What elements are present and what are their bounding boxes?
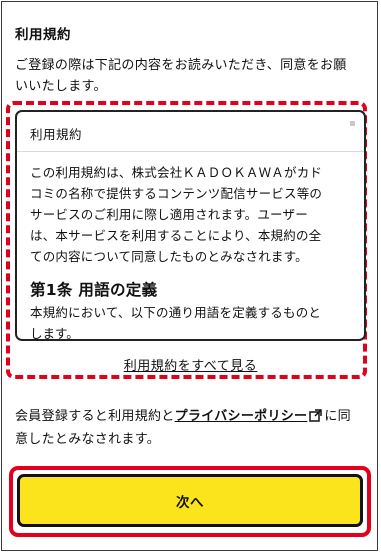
article-text: 本規約において、以下の通り用語を定義するものと [30,305,322,320]
see-all-terms-link[interactable]: 利用規約をすべて見る [124,359,258,374]
consent-text-after: に同 [324,409,351,424]
terms-line: サービスのご利用に際し適用されます。ユーザー [30,207,308,222]
next-button[interactable]: 次へ [17,474,363,527]
intro-text: ご登録の際は下記の内容をお読みいただき、同意をお願 いいたします。 [15,55,367,97]
terms-divider [17,151,364,152]
intro-line-1: ご登録の際は下記の内容をお読みいただき、同意をお願 [15,58,347,73]
terms-line: コミの名称で提供するコンテンツ配信サービス等の [30,186,323,201]
terms-body: この利用規約は、株式会社ＫＡＤＯＫＡＷＡがカド コミの名称で提供するコンテンツ配… [30,162,355,267]
consent-text: 会員登録すると利用規約とプライバシーポリシー に同 意したとみなされます。 [15,406,370,450]
terms-scroll-box[interactable]: 利用規約 この利用規約は、株式会社ＫＡＤＯＫＡＷＡがカド コミの名称で提供するコ… [15,110,366,341]
article-text-cut: します。 [30,326,79,341]
external-link-icon[interactable] [309,408,323,429]
article-heading: 第1条 用語の定義 [30,281,158,299]
section-title: 利用規約 [15,27,71,43]
terms-line: ての内容について同意したものとみなされます。 [30,249,308,264]
scrollbar-thumb[interactable] [350,121,355,126]
consent-line-2: 意したとみなされます。 [15,432,161,447]
terms-line: この利用規約は、株式会社ＫＡＤＯＫＡＷＡがカド [30,165,323,180]
terms-box-title: 利用規約 [30,127,83,142]
consent-line-1: 会員登録すると利用規約とプライバシーポリシー に同 [15,406,370,429]
terms-line: は、本サービスを利用することにより、本規約の全 [30,228,322,243]
privacy-policy-link[interactable]: プライバシーポリシー [175,409,308,424]
intro-line-2: いいたします。 [15,79,107,94]
consent-text-before: 会員登録すると利用規約と [15,409,175,424]
see-all-terms-container: 利用規約をすべて見る [0,355,381,374]
